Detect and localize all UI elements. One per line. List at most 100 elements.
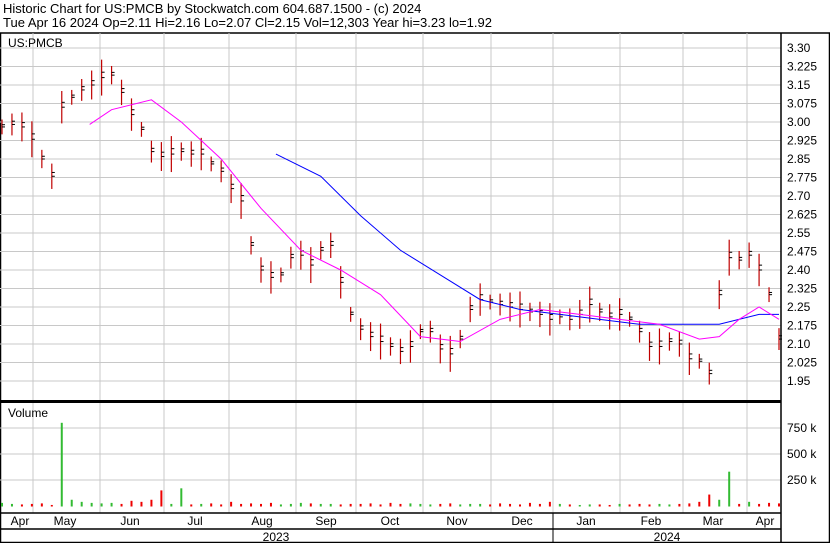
- y-tick-label: 1.95: [787, 374, 811, 388]
- volume-bar: [439, 503, 442, 507]
- volume-bar: [230, 501, 233, 507]
- chart-root: Historic Chart for US:PMCB by Stockwatch…: [0, 0, 830, 543]
- volume-bar: [419, 503, 422, 507]
- volume-bar: [758, 503, 761, 507]
- volume-bar: [140, 501, 143, 507]
- volume-bar: [429, 504, 432, 507]
- y-tick-label: 2.325: [787, 282, 817, 296]
- volume-tick-label: 250 k: [787, 473, 817, 487]
- volume-bar: [379, 504, 382, 507]
- price-volume-chart: 3.30 3.225 3.15 3.075 3.00 2.925 2.85 2.775 2.70…: [0, 32, 830, 543]
- month-label: Sep: [315, 514, 337, 528]
- volume-bar: [289, 503, 292, 507]
- volume-bar: [548, 501, 551, 507]
- y-tick-label: 2.85: [787, 152, 811, 166]
- volume-bar: [469, 503, 472, 507]
- month-label: Apr: [756, 514, 775, 528]
- volume-bar: [778, 503, 780, 507]
- month-label: Jan: [576, 514, 595, 528]
- volume-bar: [269, 502, 272, 507]
- month-label: Mar: [703, 514, 724, 528]
- volume-bar: [698, 501, 701, 507]
- volume-bar: [369, 503, 372, 507]
- volume-bar: [80, 501, 83, 507]
- volume-bar: [479, 503, 482, 507]
- volume-bar: [329, 503, 332, 507]
- symbol-label: US:PMCB: [8, 36, 63, 50]
- volume-bar: [210, 503, 213, 507]
- volume-bar: [708, 494, 711, 507]
- volume-bar: [170, 503, 173, 507]
- volume-bar: [768, 502, 771, 507]
- volume-bar: [668, 504, 671, 507]
- volume-bar: [608, 504, 611, 507]
- volume-bar: [538, 503, 541, 507]
- volume-bar: [90, 502, 93, 507]
- y-tick-label: 3.075: [787, 97, 817, 111]
- volume-bar: [499, 503, 502, 507]
- volume-bar: [688, 503, 691, 507]
- volume-bar: [528, 502, 531, 507]
- volume-bar: [319, 503, 322, 507]
- volume-bar: [240, 503, 243, 507]
- y-tick-label: 3.00: [787, 115, 811, 129]
- chart-frame: [0, 32, 830, 543]
- month-label: Feb: [641, 514, 662, 528]
- month-label: Apr: [11, 514, 30, 528]
- year-label: 2023: [263, 530, 290, 543]
- moving-average-long: [275, 153, 779, 325]
- y-tick-label: 2.925: [787, 134, 817, 148]
- volume-tick-label: 500 k: [787, 447, 817, 461]
- volume-bar: [30, 503, 33, 507]
- volume-bar: [568, 504, 571, 507]
- volume-label: Volume: [8, 406, 48, 420]
- y-tick-label: 2.175: [787, 319, 817, 333]
- y-tick-label: 2.475: [787, 245, 817, 259]
- volume-bar: [40, 503, 43, 507]
- y-tick-label: 3.30: [787, 41, 811, 55]
- volume-bar: [638, 503, 641, 507]
- volume-bar: [180, 488, 183, 507]
- volume-bar: [598, 504, 601, 507]
- volume-bar: [50, 504, 53, 507]
- volume-bar: [578, 504, 581, 507]
- volume-bar: [648, 504, 651, 507]
- volume-bar: [678, 503, 681, 507]
- volume-bar: [60, 422, 63, 507]
- volume-bar: [748, 501, 751, 507]
- volume-bar: [299, 502, 302, 507]
- volume-bar: [409, 503, 412, 507]
- volume-bar: [1, 502, 3, 507]
- volume-bar: [220, 504, 223, 507]
- month-label: Aug: [251, 514, 272, 528]
- y-tick-label: 2.10: [787, 337, 811, 351]
- y-tick-label: 2.70: [787, 189, 811, 203]
- month-label: Nov: [446, 514, 467, 528]
- volume-bar: [489, 504, 492, 507]
- y-tick-label: 2.55: [787, 226, 811, 240]
- volume-bar: [349, 503, 352, 507]
- y-tick-label: 2.025: [787, 356, 817, 370]
- volume-bar: [20, 504, 23, 507]
- volume-bar: [10, 503, 13, 507]
- volume-bar: [738, 503, 741, 507]
- year-label: 2024: [654, 530, 681, 543]
- volume-bar: [658, 503, 661, 507]
- volume-bar: [399, 503, 402, 507]
- volume-bar: [110, 502, 113, 507]
- volume-bar: [339, 504, 342, 507]
- volume-bar: [200, 503, 203, 507]
- volume-tick-label: 750 k: [787, 421, 817, 435]
- volume-bar: [130, 500, 133, 507]
- y-tick-label: 2.25: [787, 300, 811, 314]
- month-label: May: [54, 514, 77, 528]
- volume-bar: [160, 490, 163, 507]
- month-label: Jul: [187, 514, 202, 528]
- volume-bar: [70, 499, 73, 507]
- volume-bar: [100, 503, 103, 507]
- volume-bar: [628, 504, 631, 507]
- volume-bar: [728, 471, 731, 507]
- volume-bar: [588, 504, 591, 507]
- volume-bar: [279, 504, 282, 507]
- volume-bar: [449, 503, 452, 507]
